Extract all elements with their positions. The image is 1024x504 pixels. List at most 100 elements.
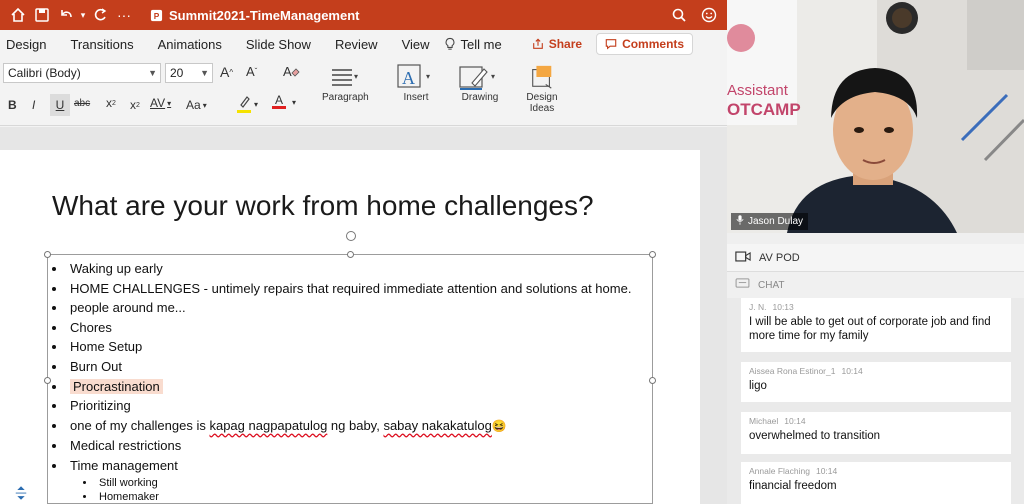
superscript-button[interactable]: x2 [106, 96, 116, 110]
character-spacing-button[interactable]: AV ▾ [150, 96, 171, 110]
comments-label: Comments [622, 37, 685, 51]
redo-icon[interactable] [88, 3, 112, 27]
change-case-button[interactable]: Aa ▾ [186, 98, 207, 112]
chat-text: overwhelmed to transition [749, 430, 881, 442]
tab-design[interactable]: Design [6, 37, 46, 52]
italic-button[interactable]: I [32, 98, 35, 112]
chat-message-list[interactable]: J. N. 10:13 I will be able to get out of … [727, 298, 1024, 504]
save-icon[interactable] [30, 3, 54, 27]
chevron-down-icon: ▼ [200, 68, 209, 78]
shrink-font-button[interactable]: Aˇ [246, 64, 257, 79]
more-icon[interactable]: ··· [112, 3, 136, 27]
document-title-text: Summit2021-TimeManagement [169, 7, 360, 23]
tab-animations[interactable]: Animations [158, 37, 222, 52]
chat-message: Michael 10:14 overwhelmed to transition [741, 412, 1011, 454]
tell-me-box[interactable]: Tell me [444, 37, 502, 52]
clear-formatting-icon[interactable]: A [282, 63, 300, 79]
tab-review[interactable]: Review [335, 37, 378, 52]
drawing-shapes-icon: ▾ [458, 62, 502, 92]
chat-time: 10:14 [841, 366, 863, 376]
tab-view[interactable]: View [402, 37, 430, 52]
tell-me-label: Tell me [460, 36, 502, 52]
bullet-list: Waking up early HOME CHALLENGES - untime… [67, 259, 631, 504]
underline-button[interactable]: U [50, 94, 70, 116]
design-ideas-group[interactable]: Design Ideas [520, 62, 564, 114]
font-color-button[interactable]: A [272, 94, 286, 109]
strikethrough-button[interactable]: abc [74, 98, 90, 109]
share-icon [532, 38, 543, 49]
banner-line1: Assistant [727, 82, 788, 99]
tab-slide-show[interactable]: Slide Show [246, 37, 311, 52]
home-icon[interactable] [6, 3, 30, 27]
chat-header[interactable]: CHAT [727, 272, 1024, 298]
font-name-value: Calibri (Body) [8, 66, 81, 80]
paragraph-icon: ▾ [330, 62, 360, 92]
font-size-select[interactable]: 20 ▼ [165, 63, 213, 83]
drawing-label: Drawing [461, 92, 499, 103]
bold-button[interactable]: B [8, 98, 17, 112]
paragraph-group[interactable]: ▾ Paragraph [322, 62, 369, 103]
change-case-label: Aa [186, 98, 201, 112]
slide-editor: What are your work from home challenges?… [0, 127, 727, 504]
chat-time: 10:14 [784, 416, 806, 426]
fit-slide-icon[interactable] [14, 486, 34, 502]
svg-text:▾: ▾ [491, 72, 495, 81]
insert-label: Insert [403, 92, 429, 103]
undo-icon[interactable] [54, 3, 78, 27]
resize-handle[interactable] [44, 377, 51, 384]
insert-group[interactable]: A ▾ Insert [396, 62, 436, 103]
tab-transitions[interactable]: Transitions [70, 37, 133, 52]
content-textbox[interactable]: Waking up early HOME CHALLENGES - untime… [44, 231, 656, 504]
undo-dropdown-icon[interactable]: ▾ [78, 3, 88, 27]
chat-title: CHAT [758, 279, 785, 291]
font-name-select[interactable]: Calibri (Body) ▼ [3, 63, 161, 83]
search-icon[interactable] [667, 3, 691, 27]
design-ideas-icon [529, 62, 555, 92]
character-spacing-label: AV [150, 96, 166, 110]
list-item-highlighted: Procrastination [67, 377, 631, 397]
comments-button[interactable]: Comments [596, 33, 694, 55]
participant-name-tag: Jason Dulay [731, 213, 809, 230]
chevron-down-icon[interactable]: ▾ [292, 98, 296, 107]
subscript-button[interactable]: x2 [130, 98, 140, 112]
av-pod-header[interactable]: AV POD [727, 244, 1024, 272]
slide-canvas[interactable]: What are your work from home challenges?… [0, 150, 700, 504]
share-label: Share [548, 37, 583, 51]
lightbulb-icon [445, 37, 454, 50]
font-size-value: 20 [170, 66, 184, 80]
resize-handle[interactable] [347, 251, 354, 258]
slide-title[interactable]: What are your work from home challenges? [52, 190, 594, 222]
list-item: Home Setup [67, 337, 631, 357]
chat-author: J. N. [749, 302, 767, 312]
chat-author: Annale Flaching [749, 466, 810, 476]
participant-name: Jason Dulay [748, 216, 804, 227]
laughing-emoji-icon: 😆 [491, 418, 507, 433]
list-item: one of my challenges is kapag nagpapatul… [67, 416, 631, 437]
list-item: people around me... [67, 298, 631, 318]
grow-font-button[interactable]: A ^ [220, 64, 233, 80]
list-item: Chores [67, 318, 631, 338]
resize-handle[interactable] [44, 251, 51, 258]
list-item-text: Time management [70, 457, 178, 473]
chevron-down-icon: ▼ [148, 68, 157, 78]
chat-bubble-icon [735, 278, 750, 292]
font-color-swatch [272, 106, 286, 109]
microphone-icon [736, 215, 744, 228]
powerpoint-window: ▾ ··· P Summit2021-TimeManagement Design… [0, 0, 727, 504]
share-button[interactable]: Share [526, 33, 588, 55]
smiley-feedback-icon[interactable] [697, 3, 721, 27]
resize-handle[interactable] [649, 251, 656, 258]
drawing-group[interactable]: ▾ Drawing [458, 62, 502, 103]
highlighter-icon[interactable]: ▾ [236, 94, 258, 114]
rotate-handle[interactable] [346, 231, 356, 241]
av-pod-title: AV POD [759, 251, 800, 264]
highlighted-text: Procrastination [70, 378, 163, 394]
svg-text:A: A [402, 68, 415, 88]
resize-handle[interactable] [649, 377, 656, 384]
title-bar: ▾ ··· P Summit2021-TimeManagement [0, 0, 727, 30]
rich-bullet-text: one of my challenges is kapag nagpapatul… [70, 417, 492, 433]
participant-video[interactable]: Assistant OTCAMP Jason Dulay [727, 0, 1024, 233]
sub-list-item: Still working [96, 476, 631, 490]
misspelled-word: kapag nagpapatulog [209, 417, 328, 433]
chat-message: J. N. 10:13 I will be able to get out of … [741, 298, 1011, 352]
